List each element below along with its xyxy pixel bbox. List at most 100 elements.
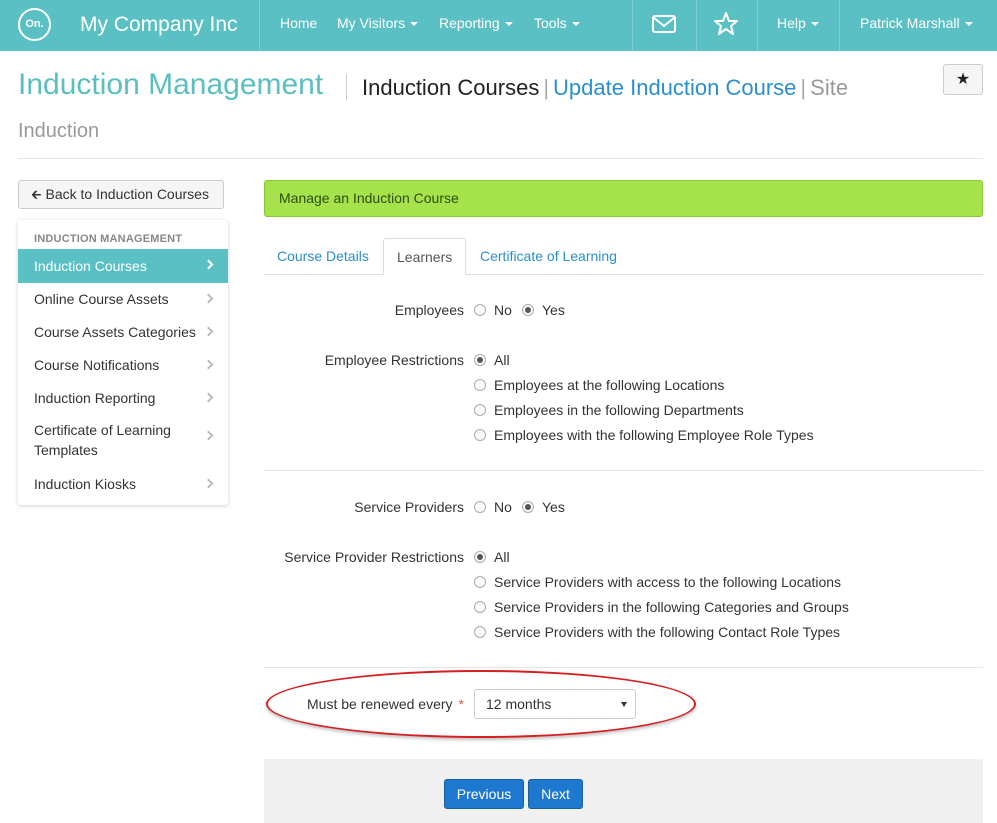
sp-restriction-locations-radio[interactable] — [474, 576, 486, 588]
breadcrumb-separator: | — [543, 75, 550, 100]
employee-restrictions-label: Employee Restrictions — [324, 352, 464, 368]
nav-divider — [632, 0, 633, 51]
nav-home-label: Home — [280, 15, 318, 31]
nav-my-visitors-label: My Visitors — [337, 15, 406, 31]
employee-restriction-locations-radio[interactable] — [474, 379, 486, 391]
nav-tools-label: Tools — [534, 15, 567, 31]
breadcrumb-separator: | — [800, 75, 807, 100]
sidebar-item-induction-courses[interactable]: Induction Courses — [18, 249, 228, 283]
sidebar-item-label: Induction Kiosks — [34, 476, 136, 492]
chevron-right-icon — [203, 478, 214, 488]
chevron-right-icon — [203, 430, 214, 441]
employee-restriction-option: Employees in the following Departments — [494, 402, 744, 418]
sidebar-item-label: Course Notifications — [34, 357, 160, 373]
header-divider — [18, 158, 983, 159]
company-logo-icon[interactable]: On. — [18, 8, 51, 41]
service-provider-restrictions-label: Service Provider Restrictions — [284, 549, 464, 565]
breadcrumb-current: Induction Courses — [362, 75, 540, 100]
chevron-right-icon — [203, 359, 214, 369]
breadcrumb: Induction Courses | Update Induction Cours… — [362, 75, 848, 101]
annotation-ellipse — [266, 670, 696, 738]
tab-course-details[interactable]: Course Details — [264, 238, 382, 275]
tab-learners[interactable]: Learners — [383, 238, 467, 275]
mail-icon[interactable] — [650, 10, 680, 40]
caret-down-icon — [810, 22, 819, 27]
chevron-right-icon — [203, 392, 214, 402]
employee-restriction-option: All — [494, 352, 510, 368]
arrow-left-icon: 🡰 — [31, 187, 42, 202]
sp-restriction-contact-roles-radio[interactable] — [474, 626, 486, 638]
employees-no-radio[interactable] — [474, 304, 486, 316]
favorite-button[interactable]: ★ — [943, 64, 983, 95]
nav-tools[interactable]: Tools — [534, 15, 580, 31]
section-banner: Manage an Induction Course — [264, 180, 983, 217]
sidebar-item-induction-kiosks[interactable]: Induction Kiosks — [18, 468, 228, 501]
sidebar-item-label: Induction Courses — [34, 258, 147, 274]
employee-restriction-departments-radio[interactable] — [474, 404, 486, 416]
sidebar-panel: INDUCTION MANAGEMENT Induction Courses O… — [18, 220, 228, 505]
service-providers-yes-radio[interactable] — [522, 501, 534, 513]
top-navbar: On. My Company Inc Home My Visitors Repo… — [0, 0, 997, 51]
sidebar-item-course-assets-categories[interactable]: Course Assets Categories — [18, 316, 228, 349]
sidebar-item-label: Course Assets Categories — [34, 324, 196, 340]
sp-restriction-option: Service Providers with the following Con… — [494, 624, 841, 640]
back-to-courses-button[interactable]: 🡰 Back to Induction Courses — [18, 180, 224, 209]
sidebar-item-label: Certificate of Learning Templates — [34, 422, 171, 458]
service-providers-yes-label: Yes — [542, 499, 565, 515]
back-button-label: Back to Induction Courses — [45, 186, 209, 202]
nav-divider — [696, 0, 697, 51]
sidebar-item-induction-reporting[interactable]: Induction Reporting — [18, 382, 228, 415]
sidebar-heading: INDUCTION MANAGEMENT — [34, 233, 183, 245]
chevron-right-icon — [203, 259, 214, 270]
nav-divider — [259, 0, 260, 51]
brand-name[interactable]: My Company Inc — [80, 13, 238, 37]
caret-down-icon — [410, 22, 419, 27]
employee-restriction-role-types-radio[interactable] — [474, 429, 486, 441]
sp-restriction-categories-radio[interactable] — [474, 601, 486, 613]
nav-divider — [839, 0, 840, 51]
nav-help-label: Help — [777, 15, 806, 31]
form-footer — [264, 759, 983, 823]
page-title: Induction Management — [18, 68, 324, 101]
employees-label: Employees — [394, 302, 464, 318]
nav-user-menu[interactable]: Patrick Marshall — [860, 15, 973, 31]
chevron-right-icon — [203, 326, 214, 336]
section-divider — [264, 470, 983, 471]
caret-down-icon — [964, 22, 973, 27]
sidebar-item-label: Induction Reporting — [34, 390, 156, 406]
sp-restriction-option: Service Providers with access to the fol… — [494, 574, 842, 590]
employee-restriction-option: Employees with the following Employee Ro… — [494, 427, 814, 443]
tab-certificate-of-learning[interactable]: Certificate of Learning — [467, 238, 630, 275]
nav-reporting[interactable]: Reporting — [439, 15, 513, 31]
sidebar-item-certificate-templates[interactable]: Certificate of Learning Templates — [18, 420, 228, 464]
employee-restriction-option: Employees at the following Locations — [494, 377, 725, 393]
section-divider — [264, 667, 983, 668]
nav-my-visitors[interactable]: My Visitors — [337, 15, 419, 31]
caret-down-icon — [571, 22, 580, 27]
service-providers-no-radio[interactable] — [474, 501, 486, 513]
employee-restriction-all-radio[interactable] — [474, 354, 486, 366]
sidebar-item-online-course-assets[interactable]: Online Course Assets — [18, 283, 228, 316]
sidebar-item-course-notifications[interactable]: Course Notifications — [18, 349, 228, 382]
star-icon[interactable] — [712, 10, 742, 40]
nav-help[interactable]: Help — [777, 15, 819, 31]
service-providers-no-label: No — [494, 499, 512, 515]
previous-button[interactable]: Previous — [444, 779, 524, 809]
employees-yes-radio[interactable] — [522, 304, 534, 316]
sp-restriction-option: Service Providers in the following Categ… — [494, 599, 849, 615]
breadcrumb-link[interactable]: Update Induction Course — [553, 75, 796, 100]
service-providers-label: Service Providers — [354, 499, 464, 515]
employees-yes-label: Yes — [542, 302, 565, 318]
nav-home[interactable]: Home — [280, 15, 317, 31]
next-button[interactable]: Next — [528, 779, 583, 809]
sp-restriction-all-radio[interactable] — [474, 551, 486, 563]
caret-down-icon — [504, 22, 513, 27]
breadcrumb-induction: Induction — [18, 120, 100, 142]
nav-divider — [757, 0, 758, 51]
breadcrumb-site: Site — [810, 75, 849, 100]
sidebar-item-label: Online Course Assets — [34, 291, 169, 307]
user-name: Patrick Marshall — [860, 15, 960, 31]
nav-reporting-label: Reporting — [439, 15, 500, 31]
title-divider — [346, 74, 347, 100]
employees-no-label: No — [494, 302, 512, 318]
